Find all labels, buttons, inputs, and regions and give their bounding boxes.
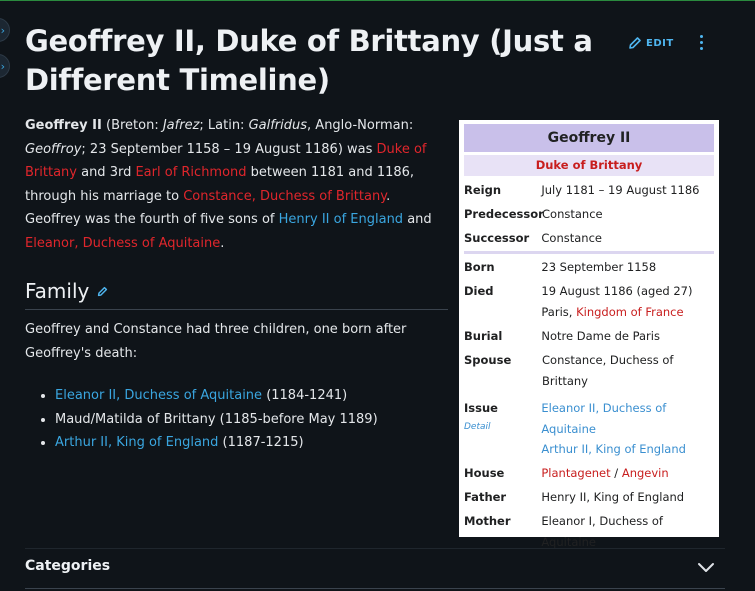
list-item: Eleanor II, Duchess of Aquitaine (1184-1… [55,384,378,408]
intro-text: (Breton: [101,118,163,133]
link-mother[interactable]: Eleanor I, Duchess of Aquitaine [541,511,714,552]
categories-toggle[interactable]: Categories [25,558,110,574]
link-arthur-ii[interactable]: Arthur II, King of England [55,435,218,450]
row-value: Constance [541,231,602,245]
infobox-row-father: Father Henry II, King of England [464,487,714,508]
link-earl-of-richmond[interactable]: Earl of Richmond [135,165,246,180]
infobox-row-died: Died 19 August 1186 (aged 27) Paris, King… [464,281,714,322]
link-burial[interactable]: Notre Dame de Paris [541,326,714,347]
link-kingdom-of-france[interactable]: Kingdom of France [576,305,684,319]
row-label: Reign [464,183,502,197]
subject-name: Geoffrey II [25,118,102,133]
row-value: 19 August 1186 (aged 27) Paris, Kingdom o… [541,281,714,322]
link-spouse[interactable]: Constance, Duchess of Brittany [542,350,682,391]
intro-text: ; Latin: [199,118,249,133]
chevron-down-icon[interactable] [697,562,715,574]
categories-divider [25,548,725,549]
intro-text: and 3rd [76,165,136,180]
intro-text: ; 23 September 1158 – 19 August 1186) wa… [81,141,377,157]
norman-name: Geoffroy [25,141,82,157]
issue-label: Issue [464,401,498,415]
intro-paragraph: Geoffrey II (Breton: Jafrez; Latin: Galf… [25,114,450,255]
list-item: Arthur II, King of England (1187-1215) [55,431,378,455]
page-title: Geoffrey II, Duke of Brittany (Just a Di… [25,24,593,97]
row-label: Predecessor [464,207,544,221]
infobox-row-burial: Burial Notre Dame de Paris [464,326,714,347]
breton-name: Jafrez [162,118,200,133]
link-issue-arthur[interactable]: Arthur II, King of England [541,439,714,460]
intro-text: . [220,235,225,251]
row-label: Successor [464,231,530,245]
child-dates: (1184-1241) [262,388,348,403]
infobox-row-born: Born 23 September 1158 [464,257,714,278]
link-henry-ii[interactable]: Henry II of England [279,212,403,227]
row-label: Mother [464,514,511,528]
children-list: Eleanor II, Duchess of Aquitaine (1184-1… [37,384,378,455]
infobox-title: Geoffrey II [464,124,714,152]
row-label: Spouse [464,353,512,367]
row-value: Eleanor II, Duchess of Aquitaine Arthur I… [541,398,714,460]
infobox-row-spouse: Spouse Constance, Duchess of Brittany [464,350,714,391]
latin-name: Galfridus [248,118,308,133]
link-constance[interactable]: Constance, Duchess of Brittany [183,189,386,204]
edit-label: EDIT [646,37,674,49]
infobox-separator [464,251,714,254]
link-angevin[interactable]: Angevin [622,466,669,480]
death-date: 19 August 1186 (aged 27) [541,284,693,298]
row-label: Burial [464,329,503,343]
row-value: 23 September 1158 [541,260,657,274]
row-value: Plantagenet / Angevin [541,463,714,484]
intro-text: and [403,212,432,227]
edit-button[interactable]: EDIT [628,36,674,50]
infobox-row-issue: Issue Detail Eleanor II, Duchess of Aquit… [464,398,714,460]
house-separator: / [610,466,622,480]
more-options-icon[interactable] [697,35,705,50]
section-divider [25,309,448,310]
link-eleanor[interactable]: Eleanor, Duchess of Aquitaine [25,236,220,251]
infobox-row-predecessor: Predecessor Constance [464,204,714,225]
row-label: Born [464,260,495,274]
family-heading-text: Family [25,279,90,303]
death-place: Paris, [541,304,577,319]
row-label: House [464,466,505,480]
footer-divider [25,588,725,589]
edit-section-pencil-icon[interactable] [97,286,108,297]
infobox: Geoffrey II Duke of Brittany Reign July … [459,120,719,549]
row-label: Died [464,284,494,298]
row-label: Father [464,490,507,504]
side-toggle-button[interactable]: › [0,18,10,42]
link-eleanor-ii[interactable]: Eleanor II, Duchess of Aquitaine [55,388,262,403]
link-father[interactable]: Henry II, King of England [541,487,714,508]
link-issue-eleanor[interactable]: Eleanor II, Duchess of Aquitaine [541,398,671,439]
top-border [0,0,755,1]
link-predecessor[interactable]: Constance [542,204,714,225]
list-item: Maud/Matilda of Brittany (1185-before Ma… [55,408,378,432]
link-plantagenet[interactable]: Plantagenet [541,466,610,480]
infobox-subtitle[interactable]: Duke of Brittany [464,155,714,176]
infobox-row-mother: Mother Eleanor I, Duchess of Aquitaine [464,511,714,552]
child-name: Maud/Matilda of Brittany (1185-before Ma… [55,411,378,427]
row-value: July 1181 – 19 August 1186 [541,183,700,197]
infobox-row-successor: Successor Constance [464,228,714,249]
side-nav-button[interactable]: › [0,54,10,78]
infobox-row-house: House Plantagenet / Angevin [464,463,714,484]
child-dates: (1187-1215) [218,435,304,450]
family-text: Geoffrey and Constance had three childre… [25,322,407,361]
infobox-row-reign: Reign July 1181 – 19 August 1186 [464,180,714,201]
issue-detail-link[interactable]: Detail [464,420,541,435]
pencil-icon [629,37,641,49]
intro-text: , Anglo-Norman: [307,118,414,133]
row-label: Issue Detail [464,398,541,460]
family-heading: Family [25,279,108,303]
